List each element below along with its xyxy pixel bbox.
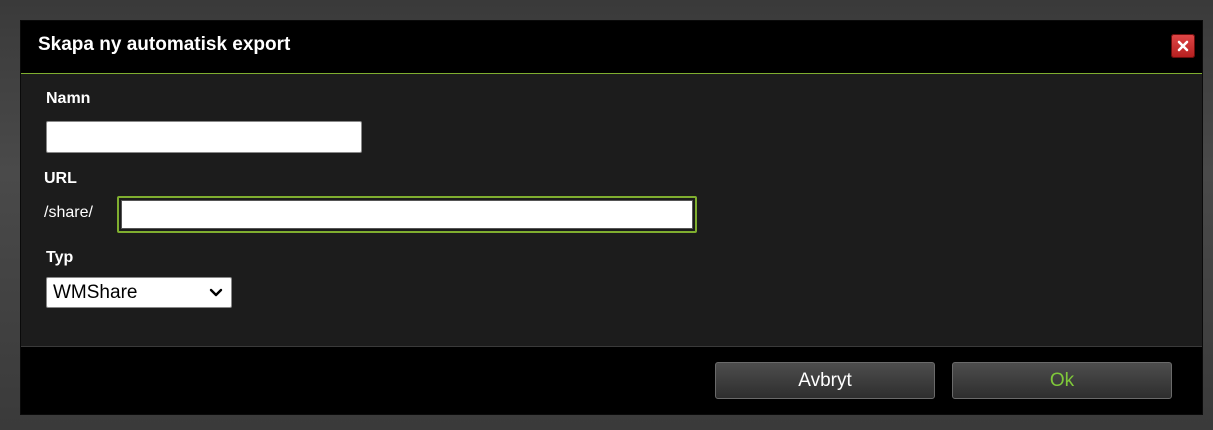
dialog-footer: Avbryt Ok: [21, 346, 1202, 414]
url-input[interactable]: [121, 200, 693, 229]
name-label: Namn: [46, 90, 91, 107]
dialog-title: Skapa ny automatisk export: [38, 34, 291, 55]
type-label: Typ: [46, 249, 74, 266]
window-frame: Skapa ny automatisk export Namn URL /sha…: [0, 0, 1213, 430]
export-dialog: Skapa ny automatisk export Namn URL /sha…: [20, 20, 1203, 415]
url-prefix: /share/: [44, 204, 93, 221]
dialog-content: Namn URL /share/ Typ WMShare: [21, 74, 1202, 346]
ok-button[interactable]: Ok: [952, 362, 1172, 399]
name-input[interactable]: [46, 121, 362, 153]
url-label: URL: [44, 170, 77, 187]
type-select[interactable]: WMShare: [46, 277, 232, 308]
cancel-button[interactable]: Avbryt: [715, 362, 935, 399]
close-button[interactable]: [1171, 34, 1195, 58]
type-selected-value: WMShare: [53, 281, 138, 303]
dialog-titlebar: Skapa ny automatisk export: [21, 21, 1202, 74]
close-x-icon: [1177, 40, 1189, 52]
url-input-focus-ring: [117, 196, 697, 233]
chevron-down-icon: [209, 288, 223, 296]
